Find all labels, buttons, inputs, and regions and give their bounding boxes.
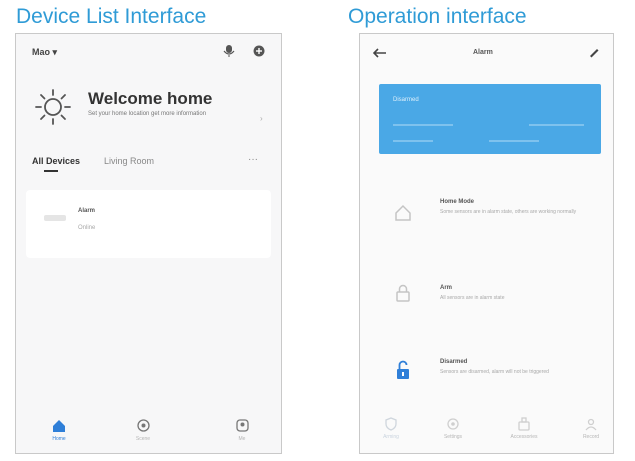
mode-home-desc: Some sensors are in alarm state, others …: [440, 209, 577, 215]
me-nav-icon[interactable]: [235, 418, 250, 433]
screen-title: Alarm: [473, 49, 493, 56]
lock-icon: [395, 284, 411, 302]
home-nav-icon[interactable]: [52, 419, 66, 433]
bottom-nav: Arming Settings Accessories Record: [360, 412, 613, 453]
mode-home-title: Home Mode: [440, 199, 475, 205]
tab-all-devices[interactable]: All Devices: [32, 156, 80, 166]
nav-label-settings: Settings: [443, 434, 463, 440]
operation-caption: Operation interface: [348, 5, 527, 28]
settings-nav-icon[interactable]: [446, 417, 460, 431]
sun-icon: [34, 88, 72, 126]
arming-nav-icon[interactable]: [384, 417, 398, 431]
welcome-subtitle: Set your home location get more informat…: [88, 111, 207, 117]
device-thumbnail-icon: [44, 215, 66, 221]
device-status: Online: [78, 225, 96, 231]
accessories-nav-icon[interactable]: [517, 417, 531, 431]
tab-indicator: [44, 170, 58, 172]
nav-label-me: Me: [238, 436, 246, 442]
bottom-nav: Home Scene Me: [16, 413, 281, 453]
chevron-right-icon[interactable]: ›: [260, 114, 263, 123]
device-list-caption: Device List Interface: [16, 5, 207, 28]
house-icon: [394, 204, 412, 222]
home-selector[interactable]: Mao ▾: [32, 47, 57, 58]
edit-icon[interactable]: [588, 46, 600, 58]
unlock-icon: [395, 360, 411, 380]
record-nav-icon[interactable]: [584, 417, 598, 431]
tab-living-room[interactable]: Living Room: [104, 156, 154, 166]
status-banner: Disarmed: [379, 84, 601, 154]
back-arrow-icon[interactable]: [373, 48, 387, 58]
device-card[interactable]: Alarm Online: [26, 190, 271, 258]
add-icon[interactable]: [252, 44, 266, 58]
nav-label-record: Record: [582, 434, 600, 440]
nav-label-arming: Arming: [383, 434, 399, 440]
mode-disarmed-row[interactable]: Disarmed Sensors are disarmed, alarm wil…: [360, 344, 613, 404]
welcome-title: Welcome home: [88, 89, 213, 108]
device-list-screen: Mao ▾ Welcome home Set your home locatio…: [15, 33, 282, 454]
mode-arm-row[interactable]: Arm All sensors are in alarm state: [360, 266, 613, 326]
banner-status: Disarmed: [393, 97, 419, 103]
scene-nav-icon[interactable]: [136, 418, 151, 433]
microphone-icon[interactable]: [223, 44, 235, 58]
nav-label-accessories: Accessories: [510, 434, 538, 440]
mode-home-row[interactable]: Home Mode Some sensors are in alarm stat…: [360, 184, 613, 254]
device-name: Alarm: [78, 208, 96, 214]
mode-arm-desc: All sensors are in alarm state: [440, 295, 505, 301]
nav-label-scene: Scene: [135, 436, 151, 442]
mode-arm-title: Arm: [440, 285, 453, 291]
nav-label-home: Home: [52, 436, 66, 442]
more-icon[interactable]: ···: [248, 154, 258, 165]
mode-disarmed-desc: Sensors are disarmed, alarm will not be …: [440, 369, 549, 375]
mode-disarmed-title: Disarmed: [440, 359, 468, 365]
operation-screen: Alarm Disarmed Home Mode Some sensors ar…: [359, 33, 614, 454]
